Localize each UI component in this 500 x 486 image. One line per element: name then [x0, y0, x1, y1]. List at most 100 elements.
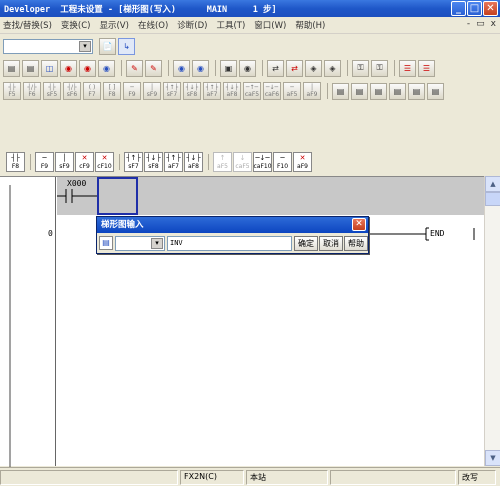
- instruction-input[interactable]: INV: [167, 235, 292, 251]
- find-icon[interactable]: ◉: [60, 59, 77, 77]
- menu-help[interactable]: 帮助(H): [295, 19, 325, 31]
- scroll-up-icon[interactable]: ▲: [485, 176, 500, 192]
- instruction-key[interactable]: [ ] F8: [103, 82, 121, 100]
- parallel-no-key[interactable]: ┤├ sF5: [43, 82, 61, 100]
- separator: [30, 154, 31, 170]
- ladder-key-cf9[interactable]: ✕ cF9: [75, 152, 94, 172]
- menu-view[interactable]: 显示(V): [99, 19, 128, 31]
- vline-key[interactable]: │ sF9: [143, 82, 161, 100]
- transfer-write-icon[interactable]: ⇄: [286, 59, 303, 77]
- mdi-restore-button[interactable]: ▭: [476, 19, 485, 29]
- statement-icon[interactable]: ▤: [351, 82, 368, 100]
- ladder-key-af8[interactable]: ┤↓├ aF8: [184, 152, 203, 172]
- ladder-key-sf7[interactable]: ┤↑├ sF7: [124, 152, 143, 172]
- monitor-start-icon[interactable]: ◉: [239, 59, 256, 77]
- menu-diagnose[interactable]: 诊断(D): [177, 19, 207, 31]
- ladder-key-f8[interactable]: ┤├ F8: [6, 152, 25, 172]
- cancel-button[interactable]: 取消: [319, 235, 343, 251]
- new-document-icon[interactable]: 📄: [99, 37, 116, 55]
- separator: [327, 83, 328, 99]
- find-device-icon[interactable]: ◉: [79, 59, 96, 77]
- ladder-view-icon[interactable]: ☰: [399, 59, 416, 77]
- transfer-icon[interactable]: ⇄: [267, 59, 284, 77]
- note-icon[interactable]: ▤: [370, 82, 387, 100]
- help-button[interactable]: 帮助: [344, 235, 368, 251]
- mdi-close-button[interactable]: x: [491, 19, 496, 29]
- status-mode: 改写: [458, 469, 496, 485]
- invert-key[interactable]: ─ aF5: [283, 82, 301, 100]
- menu-online[interactable]: 在线(O): [138, 19, 168, 31]
- ladder-toolbar: ┤├ F8 ─ F9 │ sF9 ✕ cF9 ✕ cF10 ┤↑├ sF7 ┤↓├ sF8 ┤…: [0, 150, 500, 174]
- vertical-scrollbar[interactable]: ▲ ▼: [484, 176, 500, 466]
- ladder-key-af7[interactable]: ┤↑├ aF7: [164, 152, 183, 172]
- zoom-in-icon[interactable]: ◉: [173, 59, 190, 77]
- mdi-minimize-button[interactable]: -: [467, 19, 470, 29]
- zoom-out-icon[interactable]: ◉: [192, 59, 209, 77]
- ladder-symbol-icon[interactable]: ▤: [99, 236, 113, 250]
- device-batch-icon[interactable]: ◈: [324, 59, 341, 77]
- ladder-key-af5[interactable]: ↑ aF5: [213, 152, 232, 172]
- coil-key[interactable]: ( ) F7: [83, 82, 101, 100]
- window-icon[interactable]: ◫: [41, 59, 58, 77]
- ladder-key-f10[interactable]: ─ F10: [273, 152, 292, 172]
- jump-icon[interactable]: ↳: [118, 37, 135, 55]
- menu-tools[interactable]: 工具(T): [216, 19, 245, 31]
- rising-pulse-key[interactable]: ─↑─ caF5: [243, 82, 261, 100]
- parallel-nc-key[interactable]: ┤/├ sF6: [63, 82, 81, 100]
- falling-edge-key[interactable]: ┤↓├ sF8: [183, 82, 201, 100]
- status-station: 本站: [246, 469, 328, 485]
- dialog-close-button[interactable]: ✕: [352, 218, 366, 231]
- maximize-button[interactable]: □: [467, 1, 482, 16]
- hline-key[interactable]: ─ F9: [123, 82, 141, 100]
- symbol-combo[interactable]: ▾: [115, 235, 165, 251]
- ok-button[interactable]: 确定: [294, 235, 318, 251]
- lock-icon[interactable]: ⚿: [352, 59, 369, 77]
- list-icon[interactable]: ▤: [3, 59, 20, 77]
- key-icon[interactable]: ⚿: [371, 59, 388, 77]
- ladder-key-af9[interactable]: ✕ aF9: [293, 152, 312, 172]
- ladder-key-cf10[interactable]: ✕ cF10: [95, 152, 114, 172]
- edit-icon[interactable]: ✎: [126, 59, 143, 77]
- close-button[interactable]: ✕: [483, 1, 498, 16]
- ladder-key-sf9[interactable]: │ sF9: [55, 152, 74, 172]
- contact-nc-key[interactable]: ┤/├ F6: [23, 82, 41, 100]
- title-bar: Developer 工程未设置 - [梯形图(写入) MAIN 1 步] _ □…: [0, 0, 500, 17]
- list-view-icon[interactable]: ▤: [22, 59, 39, 77]
- device-comment-icon[interactable]: ▤: [389, 82, 406, 100]
- edit-comment-icon[interactable]: ✎: [145, 59, 162, 77]
- rising-edge-key[interactable]: ┤↑├ sF7: [163, 82, 181, 100]
- dialog-title-bar: 梯形图输入 ✕: [97, 217, 368, 233]
- parallel-falling-key[interactable]: ┤↓├ aF8: [223, 82, 241, 100]
- ladder-key-sf8[interactable]: ┤↓├ sF8: [144, 152, 163, 172]
- delete-vline-key[interactable]: │ aF9: [303, 82, 321, 100]
- edit-cursor[interactable]: [97, 177, 138, 215]
- comment-icon[interactable]: ▤: [332, 82, 349, 100]
- ladder-key-f9[interactable]: ─ F9: [35, 152, 54, 172]
- ladder-key-caf10[interactable]: ─↓─ caF10: [253, 152, 272, 172]
- find-instruction-icon[interactable]: ◉: [98, 59, 115, 77]
- minimize-button[interactable]: _: [451, 1, 466, 16]
- menu-convert[interactable]: 变换(C): [61, 19, 91, 31]
- parallel-rising-key[interactable]: ┤↑├ aF7: [203, 82, 221, 100]
- ladder-input-dialog: 梯形图输入 ✕ ▤ ▾ INV 确定 取消 帮助: [96, 216, 369, 254]
- scroll-down-icon[interactable]: ▼: [485, 450, 500, 466]
- alias-icon[interactable]: ▤: [408, 82, 425, 100]
- status-blank: [330, 469, 456, 485]
- menu-window[interactable]: 窗口(W): [254, 19, 286, 31]
- ladder-key-caf5[interactable]: ↓ caF5: [233, 152, 252, 172]
- contact-no-key[interactable]: ┤├ F5: [3, 82, 21, 100]
- monitor-icon[interactable]: ▣: [220, 59, 237, 77]
- batch-icon[interactable]: ▤: [427, 82, 444, 100]
- falling-pulse-key[interactable]: ─↓─ caF6: [263, 82, 281, 100]
- step-number: 0: [48, 229, 53, 238]
- device-icon[interactable]: ◈: [305, 59, 322, 77]
- menu-find-replace[interactable]: 查找/替换(S): [3, 19, 52, 31]
- scroll-thumb[interactable]: [485, 192, 500, 206]
- chevron-down-icon[interactable]: ▾: [79, 40, 91, 52]
- separator: [215, 60, 216, 76]
- instruction-view-icon[interactable]: ☰: [418, 59, 435, 77]
- program-combo[interactable]: ▾: [3, 38, 93, 54]
- separator: [208, 154, 209, 170]
- toolbar-row-3: ┤├ F5 ┤/├ F6 ┤├ sF5 ┤/├ sF6 ( ) F7 [ ] F8 ─ F9 …: [0, 80, 500, 102]
- chevron-down-icon[interactable]: ▾: [151, 237, 163, 249]
